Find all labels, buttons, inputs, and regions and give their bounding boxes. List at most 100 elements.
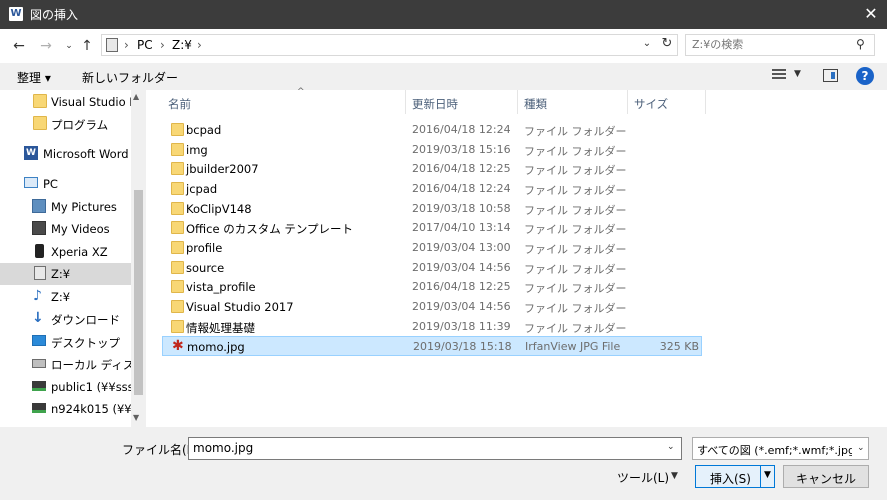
search-input[interactable] bbox=[692, 38, 852, 51]
file-type-filter-value: すべての図 (*.emf;*.wmf;*.jpg;*.jp bbox=[697, 444, 852, 457]
back-icon[interactable]: ← bbox=[10, 37, 28, 55]
file-row[interactable]: bcpad 2016/04/18 12:24 ファイル フォルダー bbox=[162, 120, 702, 140]
sort-ascending-icon: ^ bbox=[297, 87, 305, 97]
file-date: 2019/03/18 10:58 bbox=[412, 202, 511, 215]
close-icon[interactable]: ✕ bbox=[855, 0, 887, 29]
nav-item[interactable]: Visual Studio Pro bbox=[0, 91, 131, 113]
music-icon: ♪ bbox=[33, 288, 42, 304]
word-icon: W bbox=[24, 146, 38, 160]
recent-locations-icon[interactable]: ⌄ bbox=[60, 37, 78, 55]
pictures-icon bbox=[32, 199, 46, 213]
breadcrumb-separator-icon[interactable]: › bbox=[197, 38, 202, 52]
file-name: Office のカスタム テンプレート bbox=[186, 222, 354, 236]
organize-button[interactable]: 整理 ▾ bbox=[17, 69, 51, 86]
nav-item[interactable]: My Videos bbox=[0, 218, 131, 240]
column-header-size[interactable]: サイズ bbox=[628, 90, 706, 114]
file-row[interactable]: jcpad 2016/04/18 12:24 ファイル フォルダー bbox=[162, 179, 702, 199]
file-date: 2019/03/04 13:00 bbox=[412, 241, 511, 254]
view-options-icon[interactable] bbox=[772, 69, 786, 81]
help-icon[interactable]: ? bbox=[856, 67, 874, 85]
column-header-type[interactable]: 種類 bbox=[518, 90, 628, 114]
nav-item-label: PC bbox=[43, 177, 58, 191]
address-bar[interactable]: › PC › Z:¥ › ⌄ ↻ bbox=[101, 34, 678, 56]
file-date: 2016/04/18 12:25 bbox=[412, 162, 511, 175]
file-type: ファイル フォルダー bbox=[524, 282, 627, 295]
word-icon: W bbox=[9, 7, 23, 21]
refresh-icon[interactable]: ↻ bbox=[658, 36, 676, 54]
file-name: vista_profile bbox=[186, 280, 256, 294]
nav-item[interactable]: My Pictures bbox=[0, 196, 131, 218]
file-row[interactable]: img 2019/03/18 15:16 ファイル フォルダー bbox=[162, 140, 702, 160]
videos-icon bbox=[32, 221, 46, 235]
cancel-button[interactable]: キャンセル bbox=[783, 465, 869, 488]
column-header-name[interactable]: 名前 ^ bbox=[162, 87, 406, 114]
nav-item[interactable]: public1 (¥¥ssst00 bbox=[0, 376, 131, 398]
file-row[interactable]: Office のカスタム テンプレート 2017/04/10 13:14 ファイ… bbox=[162, 218, 702, 238]
tools-button[interactable]: ツール(L) bbox=[617, 469, 669, 486]
nav-item-label: Z:¥ bbox=[51, 290, 71, 304]
nav-item-label: ダウンロード bbox=[51, 313, 120, 327]
toolbar: 整理 ▾ 新しいフォルダー ▼ ? bbox=[0, 63, 887, 90]
file-row[interactable]: profile 2019/03/04 13:00 ファイル フォルダー bbox=[162, 238, 702, 258]
file-row[interactable]: 情報処理基礎 2019/03/18 11:39 ファイル フォルダー bbox=[162, 317, 702, 337]
nav-item[interactable]: Xperia XZ bbox=[0, 241, 131, 263]
breadcrumb-separator-icon[interactable]: › bbox=[124, 38, 129, 52]
file-name: 情報処理基礎 bbox=[186, 321, 255, 335]
chevron-down-icon[interactable]: ▼ bbox=[671, 471, 678, 481]
column-header-label: 更新日時 bbox=[412, 97, 458, 111]
chevron-down-icon[interactable]: ▼ bbox=[794, 69, 801, 79]
nav-item[interactable]: PC bbox=[0, 173, 131, 195]
nav-item[interactable]: ↓ ダウンロード bbox=[0, 308, 131, 330]
file-row[interactable]: Visual Studio 2017 2019/03/04 14:56 ファイル… bbox=[162, 297, 702, 317]
folder-icon bbox=[33, 116, 47, 130]
file-row[interactable]: KoClipV148 2019/03/18 10:58 ファイル フォルダー bbox=[162, 199, 702, 219]
up-icon[interactable]: ↑ bbox=[78, 37, 96, 55]
nav-item[interactable]: n924k015 (¥¥ssst bbox=[0, 398, 131, 420]
chevron-down-icon[interactable]: ⌄ bbox=[667, 442, 675, 452]
search-icon[interactable]: ⚲ bbox=[856, 37, 865, 51]
title-bar: W 図の挿入 ✕ bbox=[0, 0, 887, 29]
scrollbar-thumb[interactable] bbox=[134, 190, 143, 395]
new-folder-button[interactable]: 新しいフォルダー bbox=[82, 69, 178, 86]
file-type: ファイル フォルダー bbox=[524, 164, 627, 177]
phone-icon bbox=[35, 244, 44, 258]
filename-input[interactable] bbox=[193, 441, 653, 455]
breadcrumb-pc[interactable]: PC bbox=[137, 38, 153, 52]
chevron-down-icon[interactable]: ⌄ bbox=[640, 38, 654, 49]
nav-item[interactable]: W Microsoft Word bbox=[0, 143, 131, 165]
folder-icon bbox=[171, 241, 184, 254]
file-type-filter[interactable]: すべての図 (*.emf;*.wmf;*.jpg;*.jp ⌄ bbox=[692, 437, 869, 460]
file-name: bcpad bbox=[186, 123, 222, 137]
scroll-down-icon[interactable]: ▼ bbox=[133, 413, 139, 422]
file-date: 2016/04/18 12:24 bbox=[412, 123, 511, 136]
breadcrumb-drive[interactable]: Z:¥ bbox=[172, 38, 192, 52]
scroll-up-icon[interactable]: ▲ bbox=[133, 92, 139, 101]
chevron-down-icon[interactable]: ⌄ bbox=[857, 443, 865, 453]
file-type: ファイル フォルダー bbox=[524, 302, 627, 315]
file-row[interactable]: vista_profile 2016/04/18 12:25 ファイル フォルダ… bbox=[162, 277, 702, 297]
folder-icon bbox=[171, 261, 184, 274]
file-name: img bbox=[186, 143, 208, 157]
file-type: ファイル フォルダー bbox=[524, 243, 627, 256]
file-row[interactable]: source 2019/03/04 14:56 ファイル フォルダー bbox=[162, 258, 702, 278]
file-row-selected[interactable]: ✱ momo.jpg 2019/03/18 15:18 IrfanView JP… bbox=[162, 336, 702, 356]
nav-item[interactable]: デスクトップ bbox=[0, 331, 131, 353]
nav-item-selected[interactable]: Z:¥ bbox=[0, 263, 131, 285]
file-row[interactable]: jbuilder2007 2016/04/18 12:25 ファイル フォルダー bbox=[162, 159, 702, 179]
breadcrumb-separator-icon[interactable]: › bbox=[160, 38, 165, 52]
nav-item-label: My Videos bbox=[51, 222, 110, 236]
forward-icon[interactable]: → bbox=[37, 37, 55, 55]
nav-item[interactable]: ローカル ディスク (C bbox=[0, 353, 131, 375]
search-box[interactable]: ⚲ bbox=[685, 34, 875, 56]
nav-item-label: プログラム bbox=[51, 118, 109, 132]
column-header-date[interactable]: 更新日時 bbox=[406, 90, 518, 114]
insert-button[interactable]: 挿入(S) ▼ bbox=[695, 465, 775, 488]
filename-combobox[interactable]: ⌄ bbox=[188, 437, 682, 460]
preview-pane-icon[interactable] bbox=[823, 69, 838, 82]
column-header-label: 名前 bbox=[168, 97, 191, 111]
nav-scrollbar[interactable]: ▲ ▼ bbox=[131, 90, 146, 427]
file-name: source bbox=[186, 261, 225, 275]
nav-item[interactable]: プログラム bbox=[0, 113, 131, 135]
chevron-down-icon[interactable]: ▼ bbox=[764, 470, 771, 480]
nav-item[interactable]: ♪ Z:¥ bbox=[0, 286, 131, 308]
